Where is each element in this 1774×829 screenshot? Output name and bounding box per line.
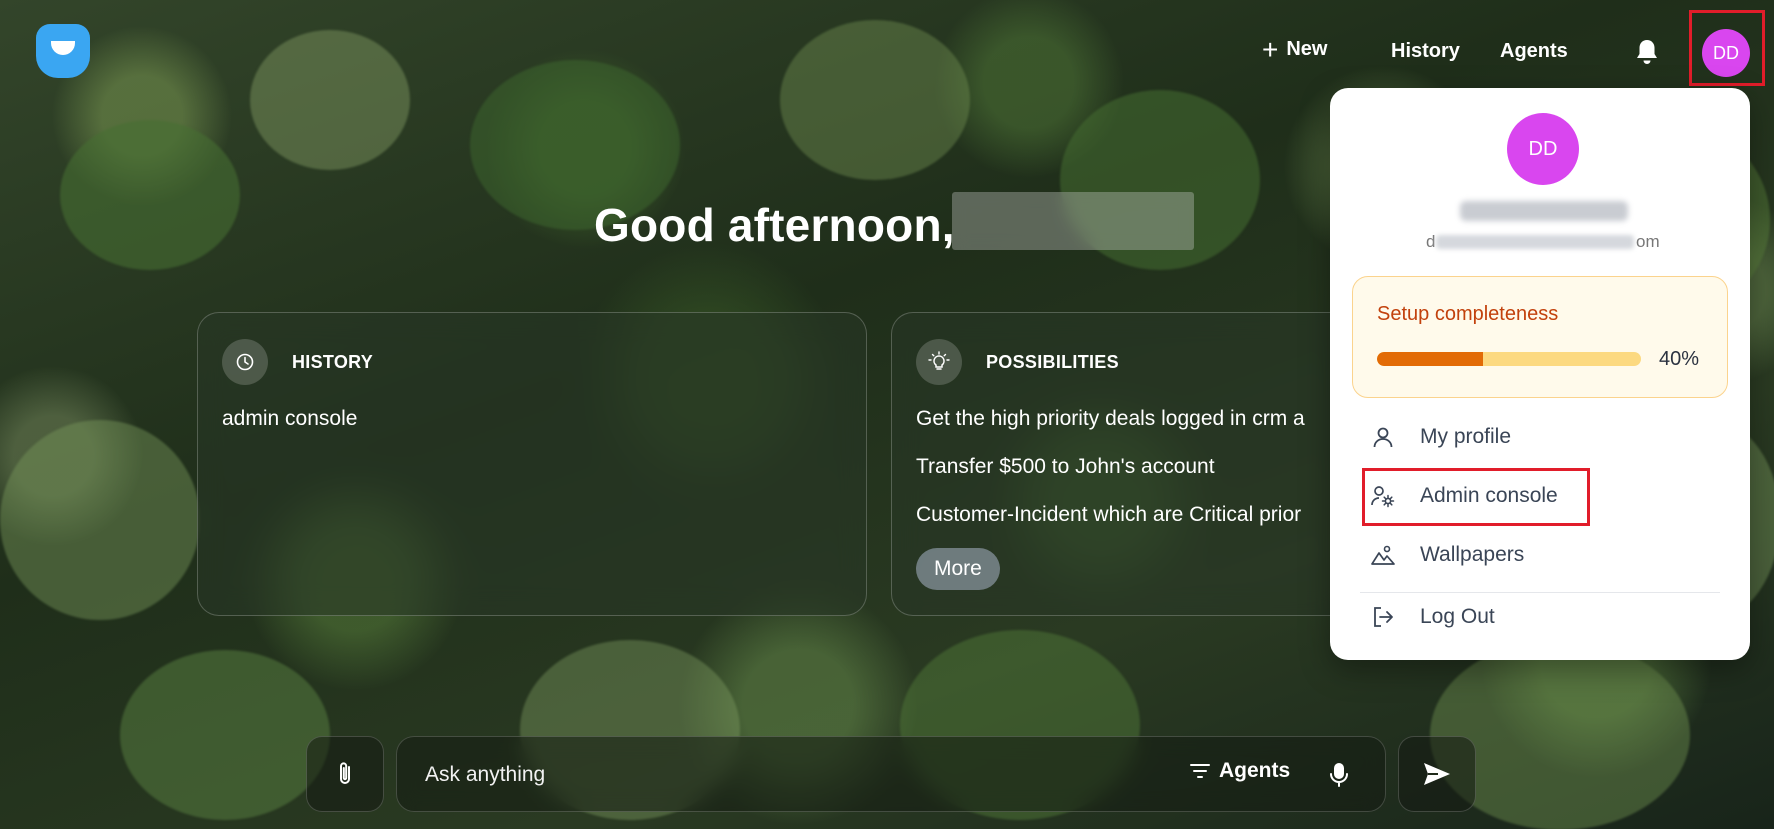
more-button[interactable]: More xyxy=(916,548,1000,590)
possibility-item[interactable]: Get the high priority deals logged in cr… xyxy=(916,407,1305,431)
send-button[interactable] xyxy=(1398,736,1476,812)
paperclip-icon xyxy=(340,762,350,784)
redacted-profile-name xyxy=(1460,201,1628,221)
profile-avatar: DD xyxy=(1507,113,1579,185)
history-card: HISTORY admin console xyxy=(197,312,867,616)
app-logo[interactable] xyxy=(36,24,90,78)
greeting-text: Good afternoon, xyxy=(594,199,955,251)
setup-completeness-panel[interactable]: Setup completeness 40% xyxy=(1352,276,1728,398)
setup-title: Setup completeness xyxy=(1377,303,1559,325)
notifications-bell-icon[interactable] xyxy=(1634,38,1660,66)
history-card-title: HISTORY xyxy=(292,351,374,372)
admin-console-label: Admin console xyxy=(1420,484,1558,507)
profile-email: d om xyxy=(1426,230,1666,252)
history-item[interactable]: admin console xyxy=(222,407,357,431)
setup-percent: 40% xyxy=(1659,348,1700,370)
user-gear-icon xyxy=(1370,483,1396,509)
log-out-label: Log Out xyxy=(1420,605,1495,628)
email-visible-end: om xyxy=(1636,232,1660,251)
setup-progress-fill xyxy=(1377,352,1483,366)
composer-box: Agents xyxy=(396,736,1386,812)
redacted-user-name xyxy=(952,192,1194,250)
redacted-email xyxy=(1436,235,1634,249)
filter-icon xyxy=(1190,764,1210,778)
setup-progress-bar xyxy=(1377,352,1641,366)
wallpaper-mountain-icon xyxy=(1370,542,1396,568)
my-profile-menu-item[interactable]: My profile xyxy=(1370,424,1511,450)
wallpapers-menu-item[interactable]: Wallpapers xyxy=(1370,542,1524,568)
new-button[interactable]: + New xyxy=(1262,33,1328,65)
user-avatar-button[interactable]: DD xyxy=(1702,29,1750,77)
plus-icon: + xyxy=(1262,33,1279,65)
agents-filter-button[interactable]: Agents xyxy=(1189,759,1290,783)
menu-divider xyxy=(1360,592,1720,593)
clock-icon xyxy=(222,339,268,385)
send-icon xyxy=(1424,763,1450,785)
wallpapers-label: Wallpapers xyxy=(1420,543,1525,566)
attach-button[interactable] xyxy=(306,736,384,812)
microphone-icon[interactable] xyxy=(1329,761,1349,794)
profile-dropdown: DD d om Setup completeness 40% My profil… xyxy=(1330,88,1750,660)
new-label: New xyxy=(1286,38,1328,60)
admin-console-menu-item[interactable]: Admin console xyxy=(1370,483,1558,509)
possibilities-card: POSSIBILITIES Get the high priority deal… xyxy=(891,312,1351,616)
possibilities-card-title: POSSIBILITIES xyxy=(986,351,1119,372)
possibility-item[interactable]: Transfer $500 to John's account xyxy=(916,455,1215,479)
logout-icon xyxy=(1370,604,1396,630)
log-out-menu-item[interactable]: Log Out xyxy=(1370,604,1495,630)
email-visible-start: d xyxy=(1426,232,1436,251)
possibility-item[interactable]: Customer-Incident which are Critical pri… xyxy=(916,503,1301,527)
ask-input[interactable] xyxy=(425,759,1025,791)
user-icon xyxy=(1370,424,1396,450)
lightbulb-icon xyxy=(916,339,962,385)
agents-filter-label: Agents xyxy=(1219,759,1291,782)
agents-nav-link[interactable]: Agents xyxy=(1500,40,1568,63)
history-nav-link[interactable]: History xyxy=(1391,40,1460,63)
my-profile-label: My profile xyxy=(1420,425,1512,448)
